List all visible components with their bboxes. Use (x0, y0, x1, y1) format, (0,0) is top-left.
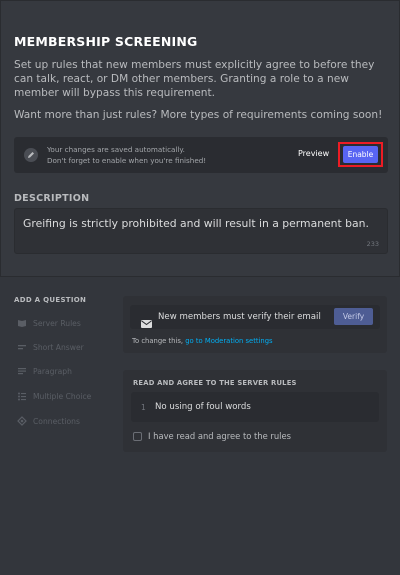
add-question-label: ADD A QUESTION (14, 296, 87, 304)
connections-icon (17, 416, 27, 426)
agree-checkbox[interactable] (133, 432, 142, 441)
change-prefix: To change this, (132, 337, 186, 345)
server-rules-heading: READ AND AGREE TO THE SERVER RULES (133, 379, 297, 387)
save-notice-bar: Your changes are saved automatically. Do… (14, 137, 388, 173)
pencil-icon (24, 148, 38, 162)
add-question-item-label: Paragraph (33, 366, 72, 376)
page-title: MEMBERSHIP SCREENING (14, 34, 198, 49)
mail-icon (141, 313, 152, 332)
save-notice-line1: Your changes are saved automatically. (47, 145, 185, 154)
add-question-item-label: Server Rules (33, 318, 81, 328)
preview-button[interactable]: Preview (298, 149, 329, 158)
rule-number: 1 (141, 403, 146, 412)
more-requirements-note: Want more than just rules? More types of… (14, 109, 383, 121)
description-textarea[interactable]: Greifing is strictly prohibited and will… (14, 208, 388, 254)
description-text: Greifing is strictly prohibited and will… (23, 217, 369, 230)
rule-text: No using of foul words (155, 402, 251, 412)
page-description: Set up rules that new members must expli… (14, 59, 375, 99)
enable-highlight: Enable (338, 142, 383, 167)
add-question-paragraph[interactable]: Paragraph (17, 364, 72, 378)
verify-button[interactable]: Verify (334, 308, 373, 325)
description-label: DESCRIPTION (14, 193, 90, 204)
char-count: 233 (366, 240, 379, 248)
add-question-connections[interactable]: Connections (17, 414, 80, 428)
paragraph-icon (17, 366, 27, 376)
moderation-settings-link[interactable]: go to Moderation settings (185, 337, 272, 345)
short-lines-icon (17, 342, 27, 352)
add-question-item-label: Multiple Choice (33, 391, 92, 401)
moderation-settings-note: To change this, go to Moderation setting… (132, 337, 273, 345)
verify-email-text: New members must verify their email (158, 312, 321, 322)
agree-label: I have read and agree to the rules (148, 431, 292, 441)
add-question-item-label: Short Answer (33, 342, 84, 352)
verify-email-card: New members must verify their email Veri… (123, 296, 387, 353)
enable-button[interactable]: Enable (343, 146, 378, 163)
add-question-short-answer[interactable]: Short Answer (17, 340, 84, 354)
verify-email-row: New members must verify their email Veri… (130, 305, 380, 329)
add-question-item-label: Connections (33, 416, 80, 426)
list-icon (17, 391, 27, 401)
server-rules-card: READ AND AGREE TO THE SERVER RULES 1 No … (123, 370, 387, 452)
save-notice-line2: Don't forget to enable when you're finis… (47, 156, 207, 165)
add-question-multiple-choice[interactable]: Multiple Choice (17, 389, 91, 403)
rule-item: 1 No using of foul words (131, 392, 379, 422)
add-question-server-rules[interactable]: Server Rules (17, 316, 81, 330)
book-icon (17, 318, 27, 328)
